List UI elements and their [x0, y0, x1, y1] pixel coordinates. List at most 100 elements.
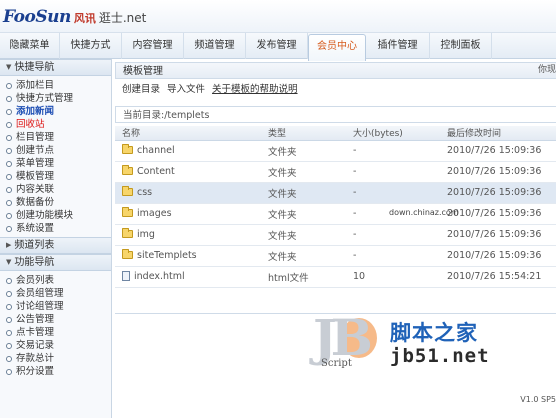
sidebar: ▼ 快捷导航 添加栏目快捷方式管理 添加新闻回收站栏目管理 创建节点 菜单管理 模板管理…	[0, 59, 112, 418]
sidebar-item[interactable]: 会员组管理	[6, 287, 111, 300]
sidebar-section-channels[interactable]: ▶ 频道列表	[0, 237, 111, 254]
toolbar: 创建目录 导入文件 关于模板的帮助说明	[115, 79, 556, 101]
bullet-icon	[6, 277, 12, 284]
table-row[interactable]: siteTemplets 文件夹 -2010/7/26 15:09:36	[115, 245, 556, 267]
column-header[interactable]: 最后修改时间	[440, 126, 556, 141]
sidebar-item-label: 添加新闻	[16, 106, 55, 117]
sidebar-item[interactable]: 添加新闻	[6, 105, 111, 118]
file-size-cell: -	[346, 140, 440, 162]
table-row[interactable]: images 文件夹 -2010/7/26 15:09:36	[115, 203, 556, 225]
sidebar-item[interactable]: 创建节点	[6, 144, 111, 157]
file-name[interactable]: css	[137, 187, 152, 198]
import-file-link[interactable]: 导入文件	[167, 79, 205, 101]
file-icon	[122, 271, 130, 281]
sidebar-section-quick[interactable]: ▼ 快捷导航	[0, 59, 111, 76]
bullet-icon	[6, 108, 12, 115]
file-name[interactable]: images	[137, 208, 172, 219]
sidebar-item-label: 回收站	[16, 119, 45, 130]
nav-tab[interactable]: 会员中心	[308, 34, 366, 61]
nav-tab[interactable]: 内容管理	[122, 33, 184, 59]
sidebar-item[interactable]: 数据备份	[6, 196, 111, 209]
file-time-cell: 2010/7/26 15:54:21	[440, 266, 556, 288]
file-name-cell[interactable]: css	[115, 182, 261, 204]
file-name[interactable]: Content	[137, 166, 175, 177]
sidebar-item-label: 菜单管理	[16, 158, 55, 169]
sidebar-item[interactable]: 栏目管理	[6, 131, 111, 144]
sidebar-list-quick: 添加栏目快捷方式管理 添加新闻回收站栏目管理 创建节点 菜单管理 模板管理 内容关联 数据备…	[0, 76, 111, 237]
sidebar-item-label: 讨论组管理	[16, 301, 64, 312]
sidebar-item[interactable]: 快捷方式管理	[6, 92, 111, 105]
sidebar-item[interactable]: 创建功能模块	[6, 209, 111, 222]
sidebar-item-label: 快捷方式管理	[16, 93, 74, 104]
current-path: 当前目录:/templets	[115, 106, 556, 123]
file-time-cell: 2010/7/26 15:09:36	[440, 161, 556, 183]
collapse-arrow-icon: ▼	[6, 63, 12, 71]
file-size-cell: -	[346, 245, 440, 267]
sidebar-item-label: 栏目管理	[16, 132, 55, 143]
file-name-cell[interactable]: Content	[115, 161, 261, 183]
sidebar-item[interactable]: 存款总计	[6, 352, 111, 365]
file-name-cell[interactable]: index.html	[115, 266, 261, 288]
column-header[interactable]: 大小(bytes)	[346, 126, 440, 141]
bullet-icon	[6, 225, 12, 232]
file-name-cell[interactable]: img	[115, 224, 261, 246]
sidebar-item[interactable]: 菜单管理	[6, 157, 111, 170]
sidebar-item[interactable]: 讨论组管理	[6, 300, 111, 313]
bullet-icon	[6, 147, 12, 154]
sidebar-item[interactable]: 交易记录	[6, 339, 111, 352]
file-name[interactable]: siteTemplets	[137, 250, 197, 261]
sidebar-item[interactable]: 积分设置	[6, 365, 111, 378]
file-size-cell: -	[346, 182, 440, 204]
column-header[interactable]: 名称	[115, 126, 261, 141]
file-name-cell[interactable]: channel	[115, 140, 261, 162]
sidebar-item[interactable]: 添加栏目	[6, 79, 111, 92]
help-link[interactable]: 关于模板的帮助说明	[212, 79, 298, 101]
sidebar-item[interactable]: 会员列表	[6, 274, 111, 287]
top-nav: 隐藏菜单 快捷方式 内容管理 频道管理 发布管理 会员中心 插件管理 控制面板	[0, 33, 556, 61]
sidebar-item[interactable]: 点卡管理	[6, 326, 111, 339]
file-size-cell: 10	[346, 266, 440, 288]
nav-tab[interactable]: 快捷方式	[60, 33, 122, 59]
nav-tab[interactable]: 频道管理	[184, 33, 246, 59]
new-dir-link[interactable]: 创建目录	[122, 79, 160, 101]
folder-icon	[122, 228, 133, 238]
file-name-cell[interactable]: images	[115, 203, 261, 225]
bullet-icon	[6, 160, 12, 167]
sidebar-item-label: 添加栏目	[16, 80, 55, 91]
nav-tab[interactable]: 发布管理	[246, 33, 308, 59]
folder-icon	[122, 249, 133, 259]
bullet-icon	[6, 134, 12, 141]
bullet-icon	[6, 82, 12, 89]
file-name[interactable]: index.html	[134, 271, 185, 282]
panel-title-text: 模板管理	[123, 66, 163, 77]
sidebar-section-functions[interactable]: ▼ 功能导航	[0, 254, 111, 271]
sidebar-item[interactable]: 公告管理	[6, 313, 111, 326]
file-name[interactable]: img	[137, 229, 155, 240]
file-size-cell: -	[346, 224, 440, 246]
panel-title: 模板管理	[115, 62, 556, 79]
file-time-cell: 2010/7/26 15:09:36	[440, 182, 556, 204]
sidebar-item-label: 内容关联	[16, 184, 55, 195]
table-row[interactable]: index.html html文件 10 2010/7/26 15:54:21	[115, 266, 556, 288]
sidebar-item-label: 交易记录	[16, 340, 55, 351]
file-table: 名称 类型 大小(bytes) 最后修改时间 channel 文件夹 -2010/7…	[115, 126, 556, 288]
file-time-cell: 2010/7/26 15:09:36	[440, 140, 556, 162]
file-name[interactable]: channel	[137, 145, 175, 156]
app-header: FooSun 风讯 逛士.net	[0, 0, 556, 33]
file-name-cell[interactable]: siteTemplets	[115, 245, 261, 267]
table-row[interactable]: css 文件夹 -2010/7/26 15:09:36	[115, 182, 556, 204]
nav-tab[interactable]: 隐藏菜单	[0, 33, 60, 59]
sidebar-item[interactable]: 内容关联	[6, 183, 111, 196]
nav-tab[interactable]: 插件管理	[366, 33, 430, 59]
file-time-cell: 2010/7/26 15:09:36	[440, 224, 556, 246]
nav-tab[interactable]: 控制面板	[430, 33, 492, 59]
sidebar-item[interactable]: 系统设置	[6, 222, 111, 235]
folder-icon	[122, 186, 133, 196]
sidebar-item[interactable]: 模板管理	[6, 170, 111, 183]
file-type-cell: 文件夹	[261, 161, 346, 183]
table-row[interactable]: channel 文件夹 -2010/7/26 15:09:36	[115, 140, 556, 162]
sidebar-item[interactable]: 回收站	[6, 118, 111, 131]
table-row[interactable]: Content 文件夹 -2010/7/26 15:09:36	[115, 161, 556, 183]
column-header[interactable]: 类型	[261, 126, 346, 141]
table-row[interactable]: img 文件夹 -2010/7/26 15:09:36	[115, 224, 556, 246]
